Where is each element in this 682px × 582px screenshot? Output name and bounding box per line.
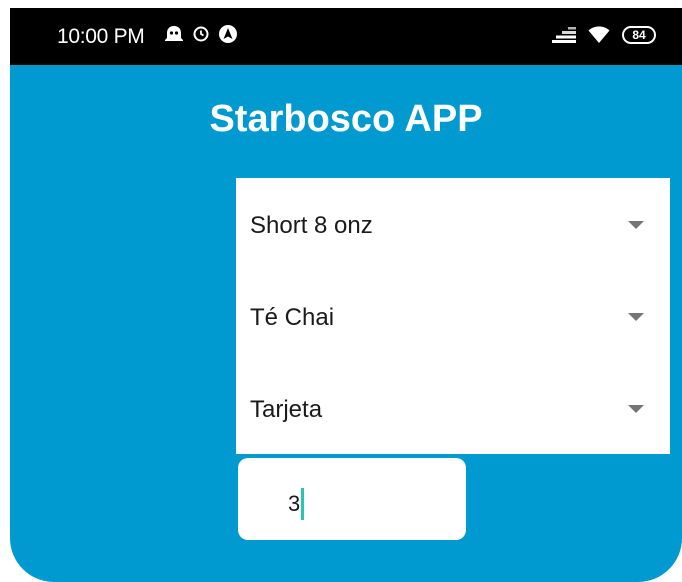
dropdown-arrow-icon [628, 221, 644, 229]
status-bar: 10:00 PM 84 [10, 8, 682, 65]
drink-spinner-value: Té Chai [250, 304, 335, 331]
dropdown-arrow-icon [628, 313, 644, 321]
wifi-icon [588, 26, 610, 43]
dropdown-arrow-icon [628, 405, 644, 413]
size-spinner-value: Short 8 onz [250, 212, 373, 239]
status-right-icons: 84 [552, 26, 656, 44]
spinner-panel: Short 8 onz Té Chai Tarjeta [236, 178, 670, 454]
drink-spinner[interactable]: Té Chai [236, 270, 670, 362]
text-cursor [301, 488, 305, 520]
signal-icon [552, 27, 576, 43]
payment-spinner-value: Tarjeta [250, 396, 323, 423]
app-screen: 10:00 PM 84 Starbosco APP Short 8 onz Té… [10, 8, 682, 582]
quantity-input[interactable]: 3 [238, 458, 466, 540]
status-left-icons [164, 24, 238, 44]
app-title: Starbosco APP [209, 98, 483, 140]
size-spinner[interactable]: Short 8 onz [236, 178, 670, 270]
battery-icon: 84 [622, 26, 656, 44]
navigation-icon [219, 25, 237, 43]
ghost-icon [165, 26, 183, 41]
quantity-input-content: 3 [288, 488, 305, 520]
quantity-value: 3 [288, 491, 301, 516]
alarm-icon [193, 26, 209, 42]
status-time: 10:00 PM [57, 25, 145, 48]
payment-spinner[interactable]: Tarjeta [236, 362, 670, 454]
